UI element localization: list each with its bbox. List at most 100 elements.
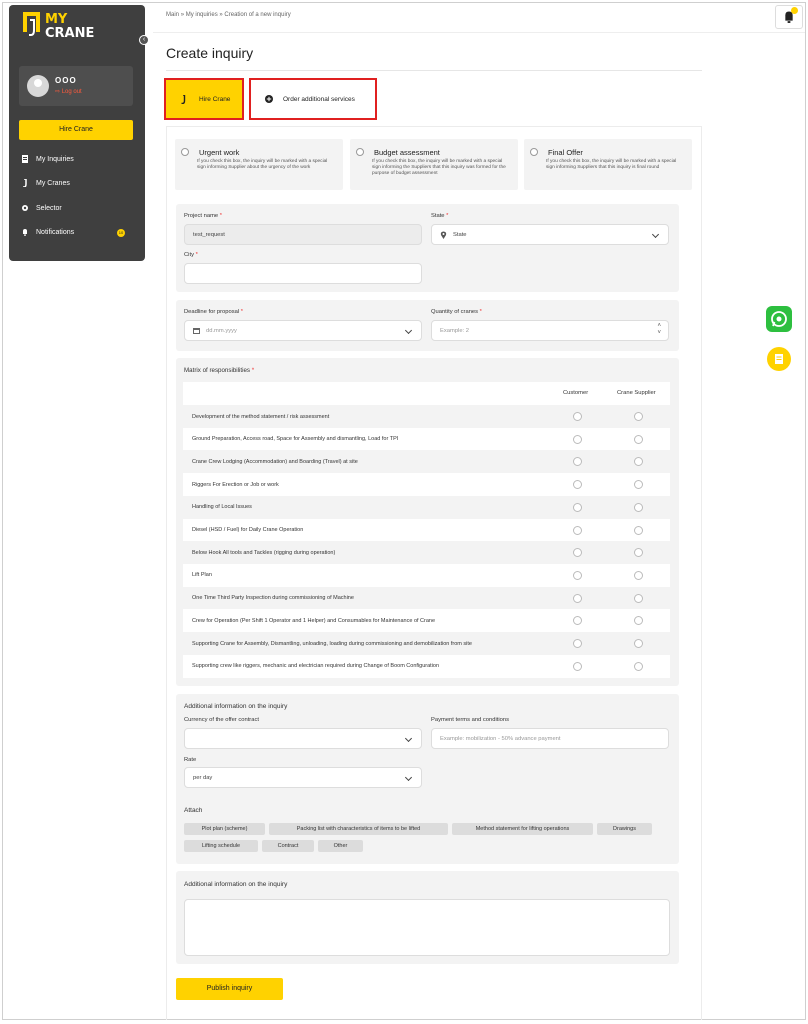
customer-radio[interactable]	[573, 548, 582, 558]
notepad-icon	[775, 354, 783, 364]
user-name: ООО	[55, 76, 77, 85]
tab-order-services[interactable]: Order additional services	[249, 78, 377, 120]
project-name-input[interactable]: test_request	[184, 224, 422, 245]
breadcrumb-separator: »	[180, 12, 185, 18]
publish-inquiry-button[interactable]: Publish inquiry	[176, 978, 283, 1000]
logout-link[interactable]: ⇨ Log out	[55, 88, 82, 95]
crane-supplier-radio[interactable]	[634, 412, 643, 421]
crane-logo-icon	[23, 12, 40, 36]
logo[interactable]: MY CRANE	[21, 10, 101, 44]
customer-radio[interactable]	[573, 616, 582, 626]
sidebar-item-label: Selector	[36, 204, 62, 212]
breadcrumb-separator: »	[219, 12, 223, 18]
attach-chip[interactable]: Contract	[262, 840, 314, 852]
matrix-row: Below Hook All tools and Tackles (riggin…	[183, 541, 670, 565]
breadcrumb-current: Creation of a new inquiry	[224, 12, 291, 18]
notification-dot	[791, 7, 798, 14]
crane-supplier-radio[interactable]	[634, 502, 643, 512]
customer-radio[interactable]	[573, 593, 582, 603]
attach-chip[interactable]: Other	[318, 840, 363, 852]
logout-icon: ⇨	[55, 89, 62, 95]
option-budget-assessment[interactable]: Budget assessment If you check this box,…	[350, 139, 518, 190]
matrix-row: Crew for Operation (Per Shift 1 Operator…	[183, 609, 670, 633]
sidebar-item-notifications[interactable]: Notifications	[21, 226, 74, 238]
bell-icon	[785, 11, 793, 23]
urgent-work-radio[interactable]	[181, 148, 189, 156]
budget-assessment-radio[interactable]	[356, 148, 364, 156]
quantity-stepper[interactable]: Example: 2 ˄ ˅	[431, 320, 669, 341]
attach-chip[interactable]: Lifting schedule	[184, 840, 258, 852]
matrix-row-label: Below Hook All tools and Tackles (riggin…	[192, 549, 336, 556]
hire-crane-button[interactable]: Hire Crane	[19, 120, 133, 140]
crane-supplier-radio[interactable]	[634, 616, 643, 626]
customer-radio[interactable]	[573, 434, 582, 444]
customer-radio[interactable]	[573, 502, 582, 512]
crane-supplier-radio[interactable]	[634, 434, 643, 444]
notes-floating-button[interactable]	[767, 347, 791, 371]
currency-select[interactable]	[184, 728, 422, 749]
state-select[interactable]: State	[431, 224, 669, 245]
attach-chip[interactable]: Method statement for lifting operations	[452, 823, 593, 835]
customer-radio[interactable]	[573, 570, 582, 580]
logo-text-bottom: CRANE	[45, 26, 95, 41]
matrix-row-label: Lift Plan	[192, 572, 212, 579]
crane-supplier-radio[interactable]	[634, 639, 643, 648]
matrix-row: Lift Plan	[183, 563, 670, 587]
breadcrumb-my-inquiries[interactable]: My inquiries	[186, 12, 218, 18]
rate-select[interactable]: per day	[184, 767, 422, 788]
tab-hire-crane[interactable]: Hire Crane	[164, 78, 244, 120]
crane-supplier-radio[interactable]	[634, 548, 643, 558]
sidebar-item-my-cranes[interactable]: My Cranes	[21, 177, 70, 189]
sidebar-item-label: My Cranes	[36, 179, 70, 187]
customer-radio[interactable]	[573, 639, 582, 648]
deadline-placeholder: dd.mm.yyyy	[206, 327, 237, 334]
col-customer: Customer	[563, 390, 589, 396]
option-final-offer[interactable]: Final Offer If you check this box, the i…	[524, 139, 692, 190]
notifications-badge: 10	[117, 229, 125, 237]
matrix-row-label: Crane Crew Lodging (Accommodation) and B…	[192, 458, 358, 465]
matrix-row: Riggers For Erection or Job or work	[183, 473, 670, 497]
customer-radio[interactable]	[573, 661, 582, 671]
attach-chip[interactable]: Plot plan (scheme)	[184, 823, 265, 835]
sidebar-item-my-inquiries[interactable]: My Inquiries	[21, 153, 74, 165]
logout-label: Log out	[61, 89, 82, 95]
crane-supplier-radio[interactable]	[634, 480, 643, 490]
sidebar: MY CRANE ООО ⇨ Log out Hire Crane My Inq…	[9, 5, 145, 261]
sidebar-item-selector[interactable]: Selector	[21, 202, 62, 214]
notes-textarea[interactable]	[184, 899, 670, 956]
city-input[interactable]	[184, 263, 422, 284]
tab-label: Hire Crane	[199, 95, 231, 103]
crane-supplier-radio[interactable]	[634, 661, 643, 671]
collapse-sidebar-button[interactable]: ‹	[139, 35, 149, 45]
matrix-row-label: One Time Third Party Inspection during c…	[192, 595, 354, 602]
payment-terms-input[interactable]: Example: mobilization - 50% advance paym…	[431, 728, 669, 749]
crane-supplier-radio[interactable]	[634, 570, 643, 580]
option-description: If you check this box, the inquiry will …	[546, 159, 677, 170]
location-pin-icon	[440, 231, 447, 239]
crane-supplier-radio[interactable]	[634, 593, 643, 603]
attach-chip[interactable]: Packing list with characteristics of ite…	[269, 823, 448, 835]
notes-title: Additional information on the inquiry	[184, 881, 288, 888]
avatar[interactable]	[27, 75, 49, 97]
option-urgent-work[interactable]: Urgent work If you check this box, the i…	[175, 139, 343, 190]
attach-chip[interactable]: Drawings	[597, 823, 652, 835]
matrix-row-label: Development of the method statement / ri…	[192, 413, 330, 420]
deadline-date-input[interactable]: dd.mm.yyyy	[184, 320, 422, 341]
stepper-arrows-icon[interactable]: ˄ ˅	[657, 323, 661, 337]
col-crane-supplier: Crane Supplier	[617, 390, 656, 396]
state-value: State	[453, 231, 467, 238]
crane-supplier-radio[interactable]	[634, 457, 643, 467]
breadcrumb-main[interactable]: Main	[166, 12, 179, 18]
customer-radio[interactable]	[573, 480, 582, 490]
option-title: Final Offer	[548, 148, 583, 157]
customer-radio[interactable]	[573, 412, 582, 421]
customer-radio[interactable]	[573, 525, 582, 535]
final-offer-radio[interactable]	[530, 148, 538, 156]
matrix-header: Customer Crane Supplier	[183, 382, 670, 405]
customer-radio[interactable]	[573, 457, 582, 467]
whatsapp-button[interactable]	[766, 306, 792, 332]
tab-label: Order additional services	[283, 95, 355, 103]
notifications-button[interactable]	[775, 5, 803, 29]
top-bar	[153, 3, 805, 33]
crane-supplier-radio[interactable]	[634, 525, 643, 535]
